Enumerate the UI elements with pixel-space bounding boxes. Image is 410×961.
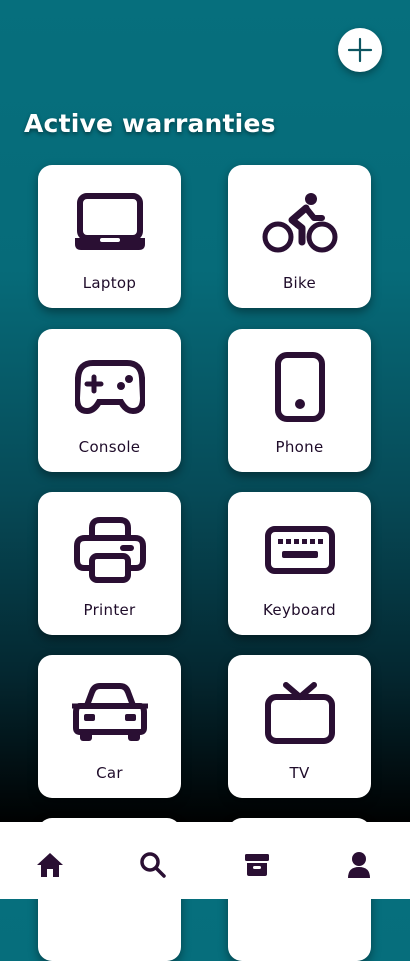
warranty-card-bike[interactable]: Bike [228,165,371,308]
car-icon [38,679,181,747]
warranty-card-printer[interactable]: Printer [38,492,181,635]
add-warranty-button[interactable] [338,28,382,72]
card-label: Console [78,438,141,456]
user-icon [348,852,370,878]
tv-icon [228,679,371,747]
warranty-card-laptop[interactable]: Laptop [38,165,181,308]
page-title: Active warranties [24,109,276,138]
nav-search[interactable] [136,850,170,880]
card-label: Phone [275,438,324,456]
phone-icon [228,352,371,422]
keyboard-icon [228,516,371,584]
card-label: Car [96,764,123,782]
gamepad-icon [38,353,181,421]
warranty-card-phone[interactable]: Phone [228,329,371,472]
home-icon [37,853,63,877]
warranty-card-tv[interactable]: TV [228,655,371,798]
card-label: Laptop [82,274,137,292]
nav-home[interactable] [33,850,67,880]
card-label: Bike [282,274,317,292]
card-label: Keyboard [263,601,336,619]
bottom-navigation [0,822,410,899]
warranty-card-keyboard[interactable]: Keyboard [228,492,371,635]
laptop-icon [38,189,181,257]
warranty-card-console[interactable]: Console [38,329,181,472]
card-label: Printer [83,601,136,619]
archive-icon [245,854,269,876]
bike-icon [228,189,371,257]
warranty-card-car[interactable]: Car [38,655,181,798]
plus-icon [347,37,373,63]
search-icon [140,852,166,878]
printer-icon [38,516,181,584]
nav-archive[interactable] [240,850,274,880]
nav-profile[interactable] [342,850,376,880]
card-label: TV [289,764,310,782]
